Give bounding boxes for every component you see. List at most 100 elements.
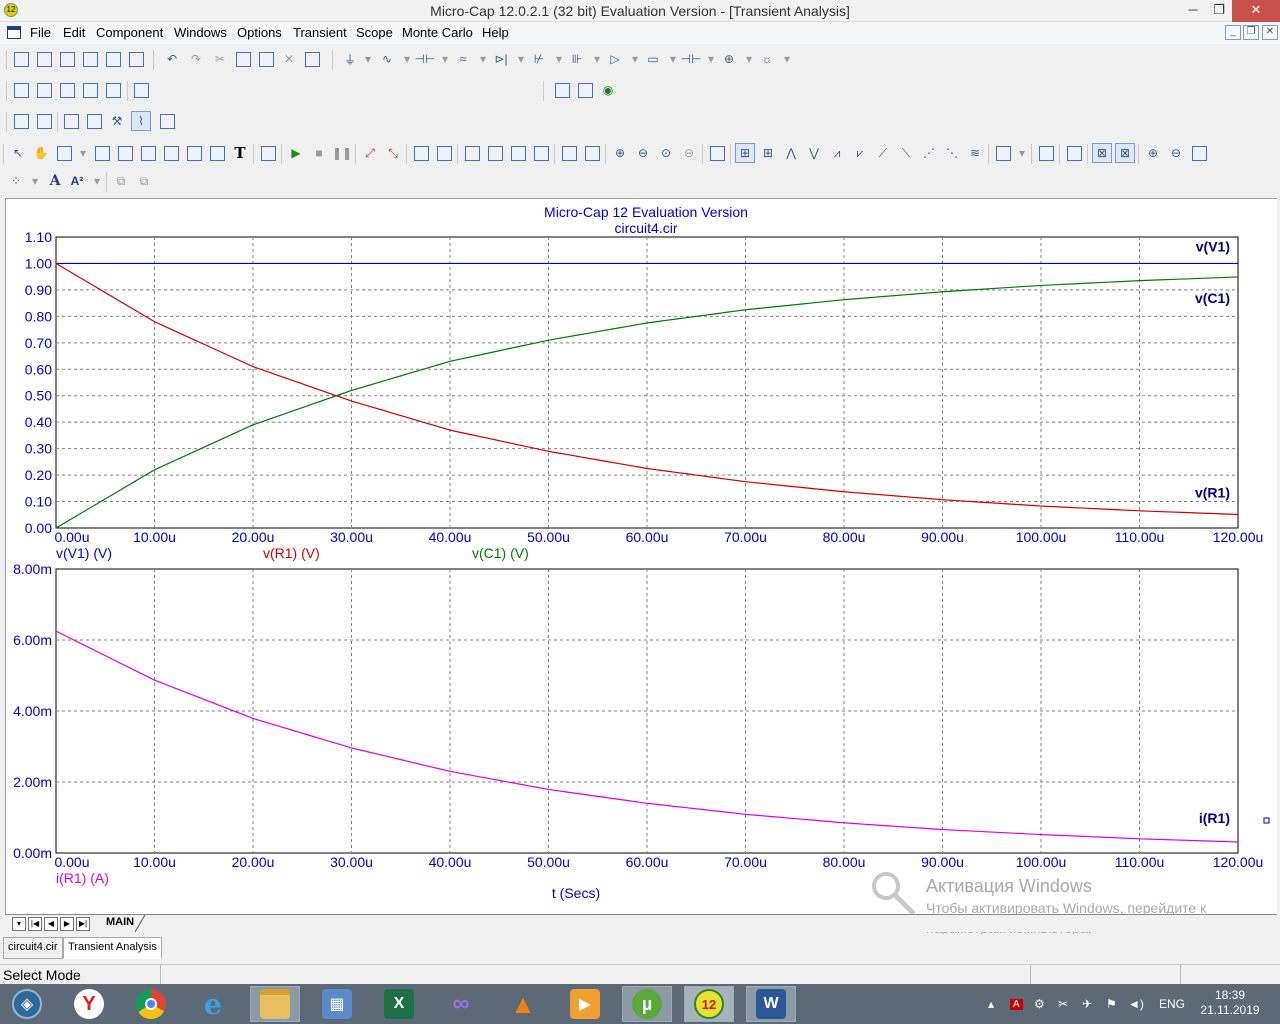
menu-transient[interactable]: Transient	[293, 25, 347, 40]
global-high-icon[interactable]: ⟍	[896, 143, 916, 163]
taskbar-explorer[interactable]	[250, 986, 300, 1022]
lamp-dropdown-icon[interactable]: ▾	[777, 49, 797, 69]
tray-flag-icon[interactable]: ⚑	[1106, 984, 1117, 1024]
new-file-icon[interactable]	[11, 49, 31, 69]
voltage-source-icon[interactable]: ⊕	[719, 49, 739, 69]
graph-icon-6[interactable]	[207, 143, 227, 163]
menu-component[interactable]: Component	[96, 25, 163, 40]
clock[interactable]: 18:39 21.11.2019	[1198, 988, 1262, 1018]
copy-icon[interactable]	[233, 49, 253, 69]
upper-plot[interactable]: 0.00u 10.00u 20.00u 30.00u 40.00u 50.00u 60.00…	[25, 229, 1264, 561]
pan-icon[interactable]: ✋	[31, 143, 51, 163]
transient-plot-svg[interactable]: Micro-Cap 12 Evaluation Version circuit4…	[6, 199, 1278, 915]
bottom-icon[interactable]: ≋	[965, 143, 985, 163]
grid-icon-4[interactable]	[531, 143, 551, 163]
menu-file[interactable]: File	[30, 25, 51, 40]
taskbar-excel[interactable]: X	[374, 986, 424, 1022]
grid-icon-3[interactable]	[508, 143, 528, 163]
grid-dropdown-icon[interactable]: ▾	[25, 171, 45, 191]
limits-icon[interactable]	[34, 111, 54, 131]
menu-monte-carlo[interactable]: Monte Carlo	[402, 25, 473, 40]
save-all-icon[interactable]	[80, 49, 100, 69]
crosshair-icon[interactable]	[582, 143, 602, 163]
help-book-icon[interactable]	[552, 80, 572, 100]
select-mode-icon[interactable]: ↖	[8, 143, 28, 163]
next-page-icon[interactable]: ▶	[60, 917, 74, 931]
taskbar-word[interactable]: W	[746, 986, 796, 1022]
graph-icon-1[interactable]	[92, 143, 112, 163]
cursor-peak-icon[interactable]: ⊞	[758, 143, 778, 163]
grid-dots-icon[interactable]: ⁘	[6, 171, 26, 191]
opamp-component-icon[interactable]: ▷	[605, 49, 625, 69]
print-icon[interactable]	[126, 49, 146, 69]
cursor-mode-icon[interactable]: ⊞	[735, 143, 755, 163]
grid-icon-2[interactable]	[485, 143, 505, 163]
stop-icon[interactable]: ■	[309, 143, 329, 163]
menu-edit[interactable]: Edit	[63, 25, 85, 40]
horizontal-icon[interactable]	[559, 143, 579, 163]
tile-vertical-icon[interactable]	[34, 80, 54, 100]
tray-adobe-icon[interactable]: A	[1010, 984, 1023, 1024]
taskbar-ie[interactable]: e	[188, 986, 238, 1022]
numeric-output-icon[interactable]	[1036, 143, 1056, 163]
taskbar-utorrent[interactable]: µ	[622, 986, 672, 1022]
tray-language[interactable]: ENG	[1159, 984, 1185, 1024]
text-tool-icon[interactable]: T	[230, 143, 250, 163]
tile-horizontal-icon[interactable]	[57, 80, 77, 100]
doc-tab-transient[interactable]: Transient Analysis	[63, 937, 162, 959]
export-icon[interactable]	[258, 143, 278, 163]
plot-icon[interactable]: ⌇	[131, 111, 151, 131]
run-play-icon[interactable]: ▶	[286, 143, 306, 163]
prev-page-icon[interactable]: ◀	[44, 917, 58, 931]
mosfet-component-icon[interactable]: ⊪	[567, 49, 587, 69]
clipboard-icon[interactable]	[993, 143, 1013, 163]
fft-window-icon[interactable]: ⊠	[1115, 143, 1135, 163]
scale-icon[interactable]	[54, 143, 74, 163]
font-icon[interactable]: A	[45, 171, 65, 191]
cut-icon[interactable]: ✂	[210, 49, 230, 69]
globe-icon[interactable]: ◉	[598, 80, 618, 100]
menu-windows[interactable]: Windows	[174, 25, 227, 40]
clipboard-dropdown-icon[interactable]: ▾	[1012, 143, 1032, 163]
animate-icon[interactable]	[157, 111, 177, 131]
inductor-dropdown-icon[interactable]: ▾	[473, 49, 493, 69]
inductor-component-icon[interactable]: ≈	[453, 49, 473, 69]
close-button[interactable]: ✕	[1232, 0, 1280, 22]
source-dropdown-icon[interactable]: ▾	[739, 49, 759, 69]
run-icon[interactable]	[11, 111, 31, 131]
low-icon[interactable]: ⩗	[850, 143, 870, 163]
diode-dropdown-icon[interactable]: ▾	[511, 49, 531, 69]
redo-icon[interactable]: ↷	[186, 49, 206, 69]
high-icon[interactable]: ⩘	[827, 143, 847, 163]
plot-marker[interactable]	[1263, 817, 1270, 824]
document-icon[interactable]	[7, 26, 21, 39]
zoom-box-icon[interactable]: ⤡	[383, 143, 403, 163]
opamp-dropdown-icon[interactable]: ▾	[625, 49, 645, 69]
first-page-icon[interactable]: |◀	[28, 917, 42, 931]
taskbar-video-player[interactable]: ▶	[560, 986, 610, 1022]
graph-icon-4[interactable]	[161, 143, 181, 163]
undo-icon[interactable]: ↶	[162, 49, 182, 69]
arrange-icons-icon[interactable]	[80, 80, 100, 100]
ground-component-icon[interactable]: ⏚	[340, 49, 360, 69]
select-all-icon[interactable]	[302, 49, 322, 69]
scale-dropdown-icon[interactable]: ▾	[73, 143, 93, 163]
last-page-icon[interactable]: ▶|	[76, 917, 90, 931]
transistor-dropdown-icon[interactable]: ▾	[549, 49, 569, 69]
zoom-restore-icon[interactable]: ⊙	[656, 143, 676, 163]
tray-network-app-icon[interactable]: ⚙	[1034, 984, 1045, 1024]
taskbar-visual-studio[interactable]: ∞	[436, 986, 486, 1022]
zoom-out-icon[interactable]: ⊖	[633, 143, 653, 163]
capacitor-component-icon[interactable]: ⊣⊢	[415, 49, 436, 69]
performance-icon[interactable]	[1064, 143, 1084, 163]
tools-icon[interactable]: ⚒	[107, 111, 127, 131]
tokens-icon[interactable]	[411, 143, 431, 163]
battery-component-icon[interactable]: ⊣⊢	[681, 49, 702, 69]
graph-icon-2[interactable]	[115, 143, 135, 163]
taskbar-vlc[interactable]: ▲	[498, 986, 548, 1022]
peak-icon[interactable]: ⋀	[781, 143, 801, 163]
transistor-component-icon[interactable]: ⊬	[529, 49, 549, 69]
diode-component-icon[interactable]: ⊳|	[491, 49, 511, 69]
scroll-menu-icon[interactable]: ▾	[12, 917, 26, 931]
calculator-icon[interactable]	[131, 80, 151, 100]
